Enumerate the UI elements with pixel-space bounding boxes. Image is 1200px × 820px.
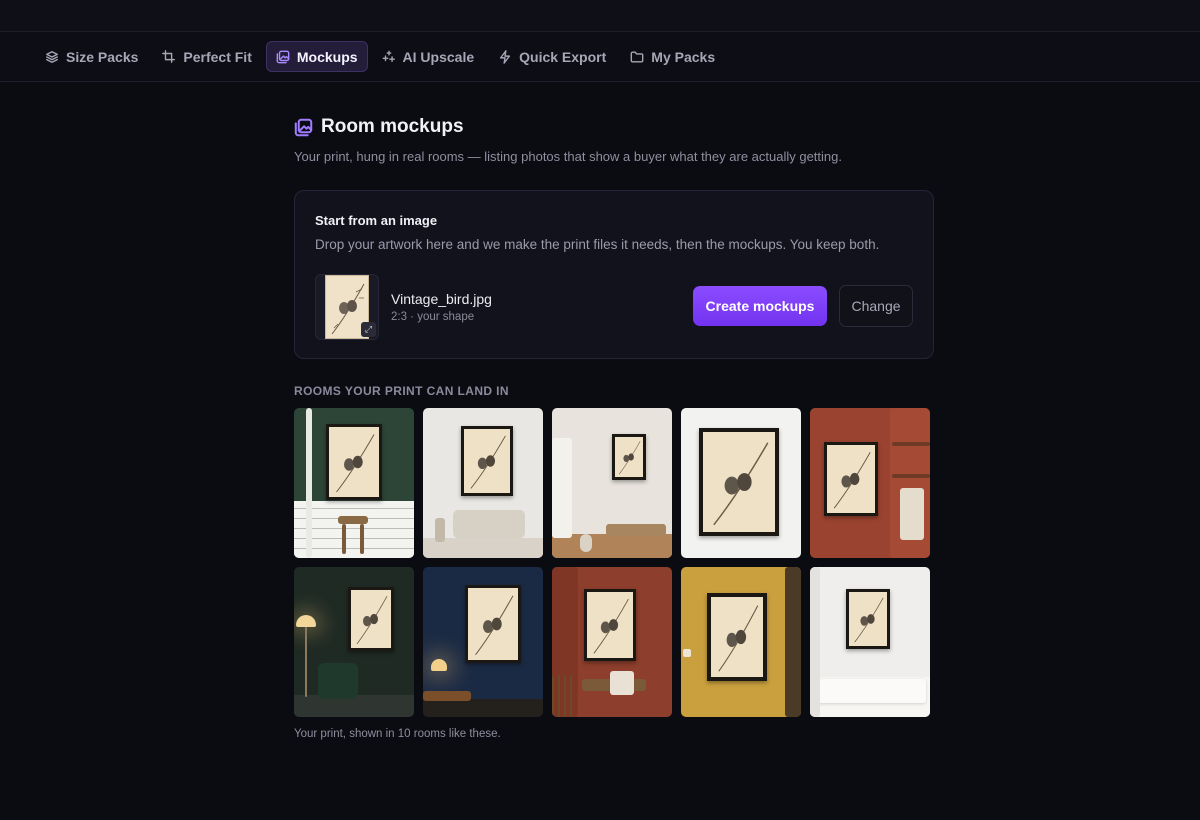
framed-print bbox=[348, 587, 394, 651]
bird-sketch-icon bbox=[718, 605, 759, 672]
rooms-caption: Your print, shown in 10 rooms like these… bbox=[294, 728, 501, 740]
room-furniture bbox=[423, 691, 471, 701]
room-furniture bbox=[342, 524, 346, 554]
tab-label: My Packs bbox=[651, 48, 716, 65]
page-subtitle: Your print, hung in real rooms — listing… bbox=[294, 149, 842, 164]
page-title: Room mockups bbox=[294, 116, 934, 138]
room-furniture bbox=[338, 516, 368, 524]
tab-perfect-fit[interactable]: Perfect Fit bbox=[152, 41, 261, 72]
bird-sketch-icon bbox=[470, 435, 506, 489]
room-furniture bbox=[431, 659, 447, 671]
framed-print bbox=[612, 434, 646, 480]
tab-label: Perfect Fit bbox=[183, 48, 252, 65]
room-furniture bbox=[606, 524, 666, 536]
bird-sketch-icon bbox=[475, 595, 514, 656]
room-furniture bbox=[810, 567, 820, 717]
room-furniture bbox=[552, 675, 576, 717]
room-furniture bbox=[892, 442, 930, 446]
tab-size-packs[interactable]: Size Packs bbox=[35, 41, 148, 72]
room-furniture bbox=[580, 534, 592, 552]
framed-print bbox=[707, 593, 767, 681]
room-mockup-tile[interactable] bbox=[810, 408, 930, 558]
images-icon bbox=[294, 118, 313, 136]
tab-ai-upscale[interactable]: AI Upscale bbox=[372, 41, 485, 72]
tab-my-packs[interactable]: My Packs bbox=[620, 41, 725, 72]
room-furniture bbox=[683, 649, 691, 657]
tab-label: AI Upscale bbox=[402, 48, 475, 65]
selected-file: ⤢ Vintage_bird.jpg 2:3 · your shape Crea… bbox=[315, 274, 913, 340]
file-info: Vintage_bird.jpg 2:3 · your shape bbox=[391, 291, 492, 323]
change-button[interactable]: Change bbox=[839, 285, 913, 327]
framed-print bbox=[326, 424, 382, 500]
rooms-section-label: ROOMS YOUR PRINT CAN LAND IN bbox=[294, 384, 509, 398]
tab-mockups[interactable]: Mockups bbox=[265, 41, 368, 72]
room-mockup-tile[interactable] bbox=[681, 408, 801, 558]
room-mockup-tile[interactable] bbox=[294, 567, 414, 717]
bird-sketch-icon bbox=[854, 597, 884, 643]
rooms-grid bbox=[294, 408, 934, 717]
framed-print bbox=[465, 585, 521, 663]
room-floor bbox=[423, 699, 543, 717]
main-nav: Size Packs Perfect Fit Mockups AI Upscal… bbox=[0, 32, 1200, 82]
room-furniture bbox=[785, 567, 801, 717]
room-furniture bbox=[610, 671, 634, 695]
create-mockups-button[interactable]: Create mockups bbox=[693, 286, 827, 326]
room-furniture bbox=[305, 627, 307, 697]
bolt-icon bbox=[500, 49, 511, 64]
room-mockup-tile[interactable] bbox=[294, 408, 414, 558]
upload-card-title: Start from an image bbox=[315, 213, 438, 228]
room-furniture bbox=[306, 408, 312, 558]
bird-sketch-icon bbox=[336, 434, 375, 493]
tab-label: Quick Export bbox=[519, 48, 607, 65]
room-furniture bbox=[900, 488, 924, 540]
images-icon bbox=[276, 50, 290, 63]
room-furniture bbox=[360, 524, 364, 554]
bird-sketch-icon bbox=[618, 441, 641, 475]
mockups-page: Room mockups Your print, hung in real ro… bbox=[294, 116, 934, 740]
room-furniture bbox=[892, 474, 930, 478]
room-furniture bbox=[296, 615, 316, 627]
bird-sketch-icon bbox=[593, 598, 629, 654]
framed-print bbox=[824, 442, 878, 516]
room-mockup-tile[interactable] bbox=[810, 567, 930, 717]
room-furniture bbox=[552, 438, 572, 538]
room-furniture bbox=[318, 663, 358, 699]
upload-card-description: Drop your artwork here and we make the p… bbox=[315, 237, 880, 252]
framed-print bbox=[461, 426, 513, 496]
framed-print bbox=[699, 428, 779, 536]
tab-quick-export[interactable]: Quick Export bbox=[488, 41, 616, 72]
tab-label: Mockups bbox=[296, 48, 358, 65]
room-mockup-tile[interactable] bbox=[552, 408, 672, 558]
room-furniture bbox=[435, 518, 445, 542]
room-furniture bbox=[453, 510, 525, 538]
file-name: Vintage_bird.jpg bbox=[391, 291, 492, 307]
room-mockup-tile[interactable] bbox=[423, 567, 543, 717]
expand-icon[interactable]: ⤢ bbox=[361, 322, 376, 337]
room-mockup-tile[interactable] bbox=[681, 567, 801, 717]
framed-print bbox=[584, 589, 636, 661]
crop-icon bbox=[162, 49, 176, 63]
layers-icon bbox=[46, 50, 58, 63]
bird-sketch-icon bbox=[833, 452, 871, 509]
room-mockup-tile[interactable] bbox=[552, 567, 672, 717]
file-meta: 2:3 · your shape bbox=[391, 311, 475, 323]
folder-icon bbox=[630, 50, 644, 63]
file-thumbnail[interactable]: ⤢ bbox=[315, 274, 379, 340]
upload-card[interactable]: Start from an image Drop your artwork he… bbox=[294, 190, 934, 359]
bird-sketch-icon bbox=[713, 442, 769, 526]
sparkles-icon bbox=[382, 50, 395, 62]
bird-sketch-icon bbox=[356, 596, 388, 645]
top-bar bbox=[0, 0, 1200, 32]
page-title-text: Room mockups bbox=[321, 116, 464, 137]
room-furniture bbox=[816, 679, 926, 703]
room-mockup-tile[interactable] bbox=[423, 408, 543, 558]
tab-label: Size Packs bbox=[66, 48, 139, 65]
framed-print bbox=[846, 589, 890, 649]
room-floor bbox=[294, 501, 414, 558]
